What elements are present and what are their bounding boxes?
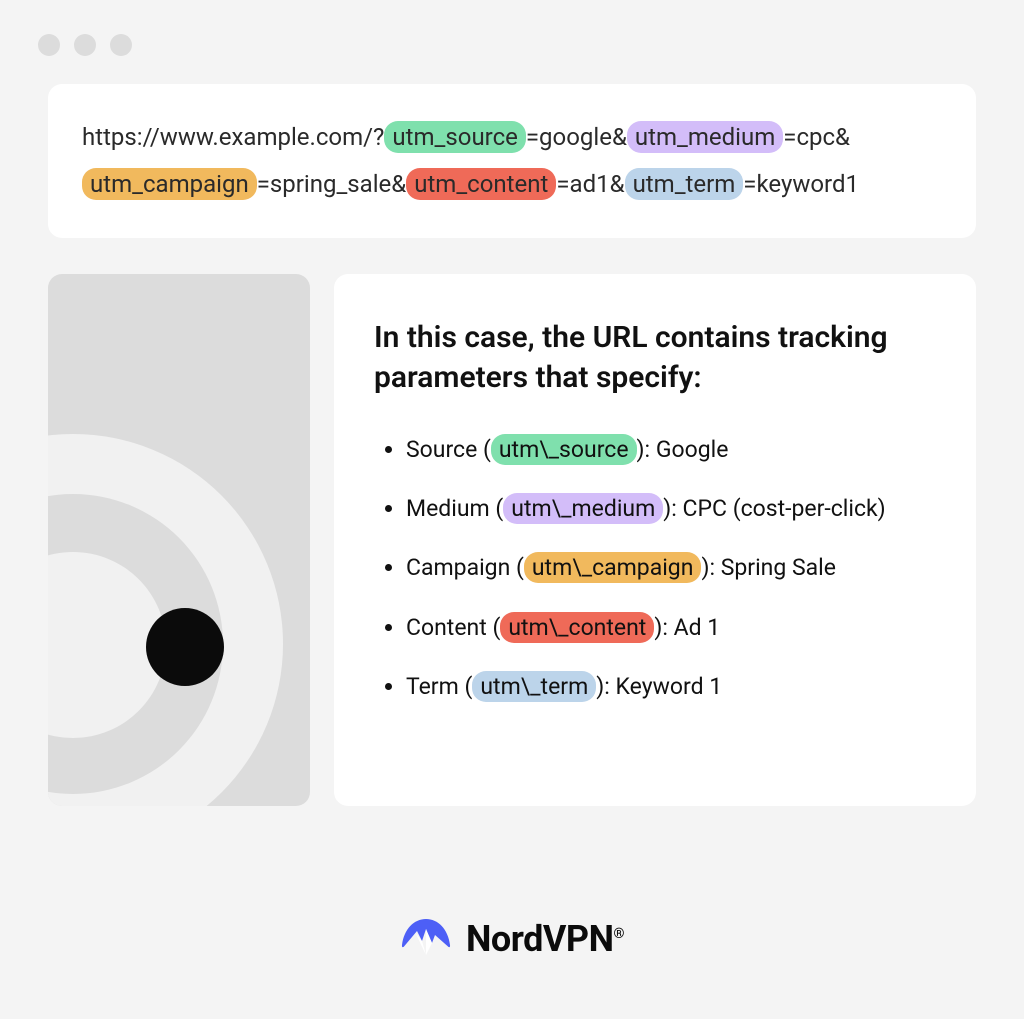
param-name-highlight: utm\_term: [472, 671, 596, 702]
url-text-segment: https://www.example.com/?: [82, 123, 384, 151]
url-param-highlight: utm_term: [625, 168, 744, 200]
parameter-list: Source (utm\_source): GoogleMedium (utm\…: [374, 433, 936, 704]
url-card: https://www.example.com/?utm_source=goog…: [48, 84, 976, 238]
param-label: Term (: [406, 673, 472, 700]
tracking-eye-illustration: [48, 274, 310, 806]
url-text-segment: =cpc&: [783, 123, 850, 151]
diagram-canvas: https://www.example.com/?utm_source=goog…: [0, 0, 1024, 1019]
registered-mark: ®: [613, 926, 624, 942]
brand-footer: NordVPN®: [0, 917, 1024, 961]
url-text-segment: =ad1&: [556, 170, 624, 198]
param-name-highlight: utm\_content: [500, 612, 654, 643]
list-item: Content (utm\_content): Ad 1: [406, 611, 936, 644]
window-dot-icon: [110, 34, 132, 56]
param-value: ): Google: [637, 436, 729, 463]
window-dot-icon: [74, 34, 96, 56]
param-name-highlight: utm\_medium: [503, 493, 663, 524]
param-value: ): CPC (cost-per-click): [663, 495, 885, 522]
list-item: Campaign (utm\_campaign): Spring Sale: [406, 551, 936, 584]
param-label: Medium (: [406, 495, 503, 522]
window-controls: [24, 24, 1000, 84]
brand-name-text: NordVPN: [466, 918, 613, 960]
nordvpn-logo-icon: [400, 917, 452, 961]
param-name-highlight: utm\_campaign: [524, 552, 702, 583]
param-value: ): Spring Sale: [701, 554, 836, 581]
description-card: In this case, the URL contains tracking …: [334, 274, 976, 806]
window-dot-icon: [38, 34, 60, 56]
param-label: Campaign (: [406, 554, 524, 581]
param-label: Content (: [406, 614, 500, 641]
list-item: Source (utm\_source): Google: [406, 433, 936, 466]
url-text-segment: =spring_sale&: [257, 170, 407, 198]
url-param-highlight: utm_content: [406, 168, 556, 200]
url-param-highlight: utm_campaign: [82, 168, 257, 200]
param-value: ): Keyword 1: [596, 673, 722, 700]
url-text-segment: =keyword1: [743, 170, 859, 198]
url-param-highlight: utm_source: [384, 121, 525, 153]
param-name-highlight: utm\_source: [491, 434, 637, 465]
brand-name: NordVPN®: [466, 918, 624, 960]
url-text-segment: =google&: [526, 123, 627, 151]
url-param-highlight: utm_medium: [627, 121, 783, 153]
list-item: Term (utm\_term): Keyword 1: [406, 670, 936, 703]
eye-pupil-icon: [146, 608, 224, 686]
param-label: Source (: [406, 436, 491, 463]
lower-row: In this case, the URL contains tracking …: [48, 274, 976, 806]
param-value: ): Ad 1: [654, 614, 720, 641]
list-item: Medium (utm\_medium): CPC (cost-per-clic…: [406, 492, 936, 525]
description-title: In this case, the URL contains tracking …: [374, 318, 936, 399]
url-text: https://www.example.com/?utm_source=goog…: [82, 123, 859, 198]
